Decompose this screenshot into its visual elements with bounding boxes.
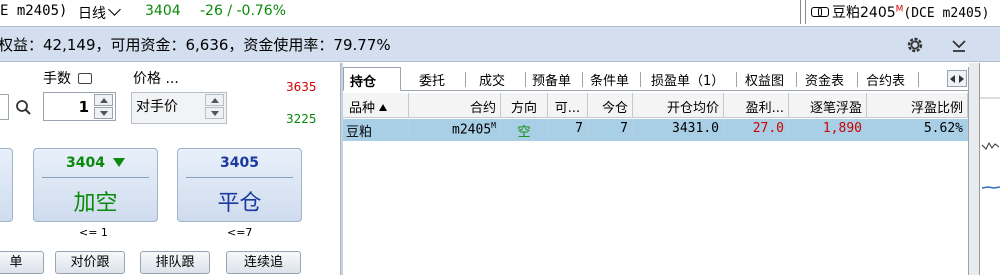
continuous-chase-button[interactable]: 连续追	[226, 251, 301, 274]
right-title-name: 豆粕2405	[832, 5, 896, 21]
chevron-down-icon	[108, 3, 121, 16]
tab-contracts[interactable]: 合约表	[866, 67, 905, 91]
order-button[interactable]: 单	[0, 251, 44, 274]
cell-float-pnl: 1,890	[789, 119, 867, 141]
price-label[interactable]: 价格 ...	[133, 68, 179, 88]
tab-separator	[857, 72, 858, 87]
tab-separator	[736, 72, 737, 87]
keyboard-icon[interactable]	[78, 73, 92, 84]
col-header-float-pnl[interactable]: 逐笔浮盈	[789, 93, 867, 118]
chevron-down-icon[interactable]	[949, 35, 969, 55]
tab-trades[interactable]: 成交	[479, 67, 505, 91]
price-down-button[interactable]	[205, 107, 224, 119]
tab-conditional[interactable]: 条件单	[590, 67, 629, 91]
cell-avg-price: 3431.0	[633, 119, 724, 141]
qty-label: 手数	[43, 71, 71, 87]
cell-contract-sup: M	[491, 121, 496, 130]
tab-separator	[796, 72, 797, 87]
gear-icon[interactable]	[905, 35, 925, 55]
right-pane-title: 豆粕2405M(DCE m2405)	[811, 2, 990, 22]
add-short-price: 3404	[66, 155, 105, 171]
col-header-available[interactable]: 可...	[548, 93, 588, 118]
chevron-right-icon[interactable]	[959, 75, 968, 83]
account-bar: 权益：42,149，可用资金：6,636，资金使用率：79.77%	[0, 26, 1000, 62]
tab-separator	[582, 72, 583, 87]
buy-button[interactable]	[0, 148, 13, 222]
right-title-exchange: (DCE m2405)	[903, 6, 990, 21]
divider	[42, 177, 149, 178]
tab-separator	[640, 72, 641, 87]
pane-divider[interactable]	[800, 0, 806, 24]
tab-positions[interactable]: 持仓	[343, 67, 401, 91]
top-strip: E m2405) 日线 3404 -26 / -0.76% 豆粕2405M(DC…	[0, 0, 1000, 24]
col-header-direction[interactable]: 方向	[501, 93, 548, 118]
add-short-label: 加空	[73, 191, 118, 216]
close-price: 3405	[220, 155, 259, 171]
tab-preorders[interactable]: 预备单	[532, 67, 571, 91]
col-header-float-ratio[interactable]: 浮盈比例	[867, 93, 968, 118]
tab-separator	[918, 72, 919, 87]
tab-scroll-arrows[interactable]	[947, 70, 967, 87]
col-header-today[interactable]: 今仓	[588, 93, 633, 118]
tab-separator	[465, 72, 466, 87]
close-limit-note: <=7	[227, 226, 253, 239]
period-label: 日线	[78, 6, 106, 22]
account-summary: 权益：42,149，可用资金：6,636，资金使用率：79.77%	[0, 36, 391, 54]
counter-price-follow-button[interactable]: 对价跟	[55, 251, 125, 274]
quantity-stepper[interactable]: 1	[43, 92, 116, 121]
add-short-limit-note: <= 1	[79, 226, 108, 239]
cell-contract-code: m2405	[452, 122, 492, 138]
tab-funds[interactable]: 资金表	[805, 67, 844, 91]
decrement-button[interactable]	[94, 107, 113, 119]
search-icon[interactable]	[15, 99, 32, 116]
close-position-button[interactable]: 3405 平仓	[177, 148, 302, 222]
price-up-button[interactable]	[205, 94, 224, 106]
tab-orders[interactable]: 委托	[419, 67, 445, 91]
price-value: 对手价	[136, 99, 178, 115]
price-selector[interactable]: 对手价	[131, 92, 227, 124]
add-short-button[interactable]: 3404 加空	[33, 148, 158, 222]
contract-code: E m2405)	[0, 3, 68, 19]
close-label: 平仓	[217, 191, 262, 216]
tab-separator	[525, 72, 526, 87]
tab-bar: 持仓 委托 成交 预备单 条件单 损盈单（1） 权益图 资金表 合约表	[343, 67, 968, 91]
link-icon[interactable]	[811, 7, 829, 17]
col-header-product[interactable]: 品种	[343, 93, 409, 118]
divider	[186, 177, 293, 178]
chart-pane-edge	[979, 63, 1000, 275]
cell-product: 豆粕	[343, 119, 409, 141]
mini-chart-icon	[980, 97, 1000, 189]
down-triangle-icon	[112, 158, 125, 167]
tab-equity-chart[interactable]: 权益图	[745, 67, 784, 91]
tab-stop-profit[interactable]: 损盈单（1）	[651, 67, 724, 91]
price-change: -26 / -0.76%	[200, 3, 287, 19]
vertical-scrollbar[interactable]	[969, 63, 979, 275]
sort-asc-icon	[379, 104, 388, 111]
contract-input[interactable]	[0, 94, 9, 120]
cell-profit: 27.0	[724, 119, 789, 141]
cell-contract: m2405M	[409, 119, 501, 141]
increment-button[interactable]	[94, 94, 113, 106]
limit-down-price: 3225	[286, 112, 317, 126]
col-header-contract[interactable]: 合约	[409, 93, 501, 118]
last-price: 3404	[145, 3, 181, 19]
col-header-label: 品种	[349, 101, 376, 116]
chevron-left-icon[interactable]	[950, 75, 955, 83]
col-header-avg-price[interactable]: 开仓均价	[633, 93, 724, 118]
cell-today: 7	[588, 119, 633, 141]
order-panel: 手数 价格 ... 1 对手价 3635 3225 3404 加空 3405 平…	[0, 63, 340, 275]
cell-float-ratio: 5.62%	[867, 119, 968, 141]
limit-up-price: 3635	[286, 80, 317, 94]
cell-available: 7	[548, 119, 588, 141]
queue-follow-button[interactable]: 排队跟	[140, 251, 210, 274]
cell-direction: 空	[501, 119, 548, 141]
quantity-value[interactable]: 1	[79, 98, 89, 116]
col-header-profit[interactable]: 盈利...	[724, 93, 789, 118]
period-selector[interactable]: 日线	[78, 3, 121, 23]
